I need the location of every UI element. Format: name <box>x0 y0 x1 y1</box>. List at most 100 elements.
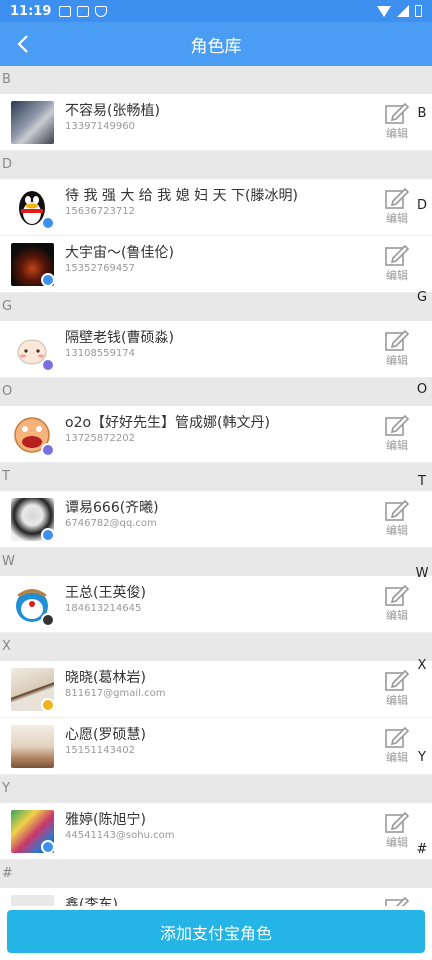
role-name: 心愿(罗硕慧) <box>65 727 146 743</box>
edit-label: 编辑 <box>386 836 408 849</box>
verified-badge-icon <box>41 698 54 711</box>
role-name: 鑫(李东) <box>65 897 118 906</box>
section-header-x: X <box>0 633 432 661</box>
shield-notification-icon <box>95 5 108 17</box>
list-item[interactable]: 大宇宙～(鲁佳伦) 15352769457 编辑 <box>0 236 432 293</box>
edit-label: 编辑 <box>386 269 408 282</box>
verified-badge-icon <box>41 443 54 456</box>
page-title: 角色库 <box>190 36 242 57</box>
index-letter-x[interactable]: X <box>412 658 432 673</box>
list-item[interactable]: 王总(王英俊) 184613214645 编辑 <box>0 576 432 633</box>
edit-button[interactable]: 编辑 <box>384 726 410 765</box>
list-item[interactable]: 谭易666(齐曦) 6746782@qq.com 编辑 <box>0 491 432 548</box>
alphabet-index[interactable]: B D G O T W X Y # <box>412 98 432 868</box>
role-list[interactable]: B 不容易(张畅植) 13397149960 编辑 D 待 我 强 大 给 我 … <box>0 66 432 906</box>
section-header-y: Y <box>0 775 432 803</box>
index-letter-w[interactable]: W <box>412 566 432 581</box>
edit-icon <box>385 669 409 691</box>
role-account: 13725872202 <box>65 433 135 444</box>
avatar <box>11 895 54 906</box>
role-account: 15151143402 <box>65 745 135 756</box>
avatar <box>11 186 54 229</box>
list-item[interactable]: 待 我 强 大 给 我 媳 妇 天 下(滕冰明) 15636723712 编辑 <box>0 179 432 236</box>
list-item[interactable]: 雅婷(陈旭宁) 44541143@sohu.com 编辑 <box>0 803 432 860</box>
edit-icon <box>385 102 409 124</box>
avatar <box>11 725 54 768</box>
section-header-hash: # <box>0 860 432 888</box>
edit-button[interactable]: 编辑 <box>384 244 410 283</box>
edit-button[interactable]: 编辑 <box>384 329 410 368</box>
section-header-g: G <box>0 293 432 321</box>
edit-button[interactable]: 编辑 <box>384 499 410 538</box>
edit-label: 编辑 <box>386 694 408 707</box>
avatar <box>11 498 54 541</box>
edit-button[interactable]: 编辑 <box>384 102 410 141</box>
verified-badge-icon <box>41 528 54 541</box>
list-item[interactable]: o2o【好好先生】管成娜(韩文丹) 13725872202 编辑 <box>0 406 432 463</box>
edit-button[interactable]: 编辑 <box>384 584 410 623</box>
list-item[interactable]: 心愿(罗硕慧) 15151143402 编辑 <box>0 718 432 775</box>
edit-button[interactable]: 编辑 <box>384 187 410 226</box>
role-name: 大宇宙～(鲁佳伦) <box>65 245 174 261</box>
edit-icon <box>385 726 409 748</box>
title-bar: 角色库 <box>0 22 432 66</box>
index-letter-b[interactable]: B <box>412 106 432 121</box>
index-letter-hash[interactable]: # <box>412 842 432 857</box>
role-name: 雅婷(陈旭宁) <box>65 812 146 828</box>
role-name: 待 我 强 大 给 我 媳 妇 天 下(滕冰明) <box>65 188 298 204</box>
section-header-t: T <box>0 463 432 491</box>
list-item[interactable]: 隔壁老钱(曹硕淼) 13108559174 编辑 <box>0 321 432 378</box>
role-name: 晓晓(葛林岩) <box>65 670 146 686</box>
font-notification-icon <box>77 5 90 17</box>
image-notification-icon <box>59 5 72 17</box>
list-item[interactable]: 不容易(张畅植) 13397149960 编辑 <box>0 94 432 151</box>
index-letter-g[interactable]: G <box>412 290 432 305</box>
avatar <box>11 413 54 456</box>
edit-label: 编辑 <box>386 439 408 452</box>
verified-badge-icon <box>41 613 54 626</box>
role-name: o2o【好好先生】管成娜(韩文丹) <box>65 415 270 431</box>
verified-badge-icon <box>41 273 54 286</box>
edit-button[interactable]: 编辑 <box>384 414 410 453</box>
section-header-o: O <box>0 378 432 406</box>
list-item[interactable]: 晓晓(葛林岩) 811617@gmail.com 编辑 <box>0 661 432 718</box>
avatar <box>11 101 54 144</box>
role-name: 不容易(张畅植) <box>65 103 160 119</box>
bottom-bar: 添加支付宝角色 <box>0 906 432 960</box>
role-account: 6746782@qq.com <box>65 518 157 529</box>
list-item[interactable]: 鑫(李东) 编辑 <box>0 888 432 906</box>
edit-button[interactable]: 编辑 <box>384 669 410 708</box>
index-letter-t[interactable]: T <box>412 474 432 489</box>
index-letter-y[interactable]: Y <box>412 750 432 765</box>
edit-label: 编辑 <box>386 751 408 764</box>
avatar <box>11 243 54 286</box>
role-account: 811617@gmail.com <box>65 688 166 699</box>
edit-button[interactable]: 编辑 <box>384 811 410 850</box>
edit-label: 编辑 <box>386 127 408 140</box>
role-account: 15636723712 <box>65 206 135 217</box>
edit-icon <box>385 244 409 266</box>
battery-icon <box>415 5 422 17</box>
status-time: 11:19 <box>10 3 52 19</box>
edit-icon <box>385 811 409 833</box>
role-name: 隔壁老钱(曹硕淼) <box>65 330 174 346</box>
verified-badge-icon <box>41 216 54 229</box>
avatar <box>11 583 54 626</box>
avatar <box>11 328 54 371</box>
role-account: 13397149960 <box>65 121 135 132</box>
verified-badge-icon <box>41 358 54 371</box>
back-arrow-icon[interactable] <box>12 32 36 56</box>
role-account: 13108559174 <box>65 348 135 359</box>
edit-icon <box>385 896 409 906</box>
add-alipay-role-button[interactable]: 添加支付宝角色 <box>7 910 425 953</box>
role-account: 44541143@sohu.com <box>65 830 175 841</box>
index-letter-o[interactable]: O <box>412 382 432 397</box>
index-letter-d[interactable]: D <box>412 198 432 213</box>
role-account: 15352769457 <box>65 263 135 274</box>
verified-badge-icon <box>41 840 54 853</box>
edit-button[interactable]: 编辑 <box>384 896 410 906</box>
avatar <box>11 668 54 711</box>
role-account: 184613214645 <box>65 603 142 614</box>
avatar <box>11 810 54 853</box>
section-header-d: D <box>0 151 432 179</box>
